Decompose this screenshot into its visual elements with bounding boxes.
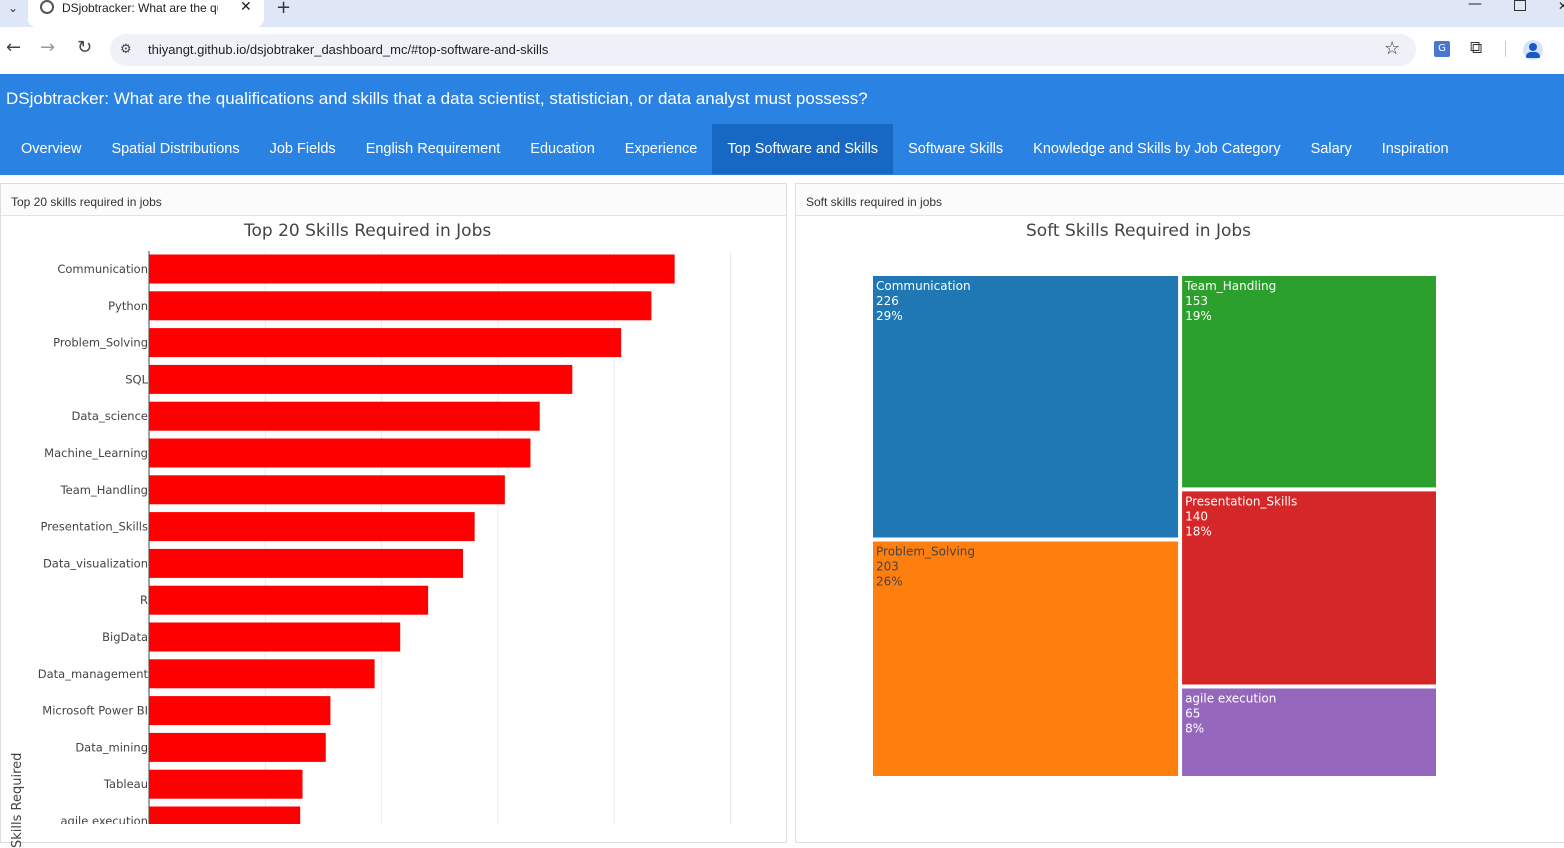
- nav-tab-spatial-distributions[interactable]: Spatial Distributions: [96, 124, 254, 174]
- treemap-tile-value: 153: [1185, 294, 1208, 308]
- nav-tab-top-software-and-skills[interactable]: Top Software and Skills: [712, 124, 894, 174]
- bar[interactable]: [149, 364, 573, 394]
- treemap-tile[interactable]: [873, 541, 1179, 776]
- bar[interactable]: [149, 622, 401, 652]
- treemap-tile[interactable]: [1182, 491, 1436, 685]
- bar[interactable]: [149, 328, 622, 358]
- bar[interactable]: [149, 548, 463, 578]
- profile-avatar-icon[interactable]: [1523, 40, 1543, 60]
- category-tick-label: Team_Handling: [60, 483, 148, 497]
- soft-skills-panel: Soft skills required in jobs Soft Skills…: [795, 183, 1564, 843]
- nav-tab-inspiration[interactable]: Inspiration: [1367, 124, 1464, 174]
- globe-icon: [40, 0, 54, 14]
- treemap-tile-percent: 29%: [876, 309, 903, 323]
- category-tick-label: Data_management: [38, 667, 149, 681]
- nav-tab-education[interactable]: Education: [515, 124, 610, 174]
- nav-tab-software-skills[interactable]: Software Skills: [893, 124, 1018, 174]
- tab-search-icon[interactable]: ⌄: [0, 0, 26, 16]
- treemap-tile-percent: 8%: [1185, 721, 1204, 735]
- treemap-tile-value: 203: [876, 560, 899, 574]
- treemap-tile[interactable]: [873, 276, 1179, 538]
- bar[interactable]: [149, 696, 331, 726]
- bar[interactable]: [149, 475, 505, 505]
- bar[interactable]: [149, 254, 675, 284]
- nav-tab-salary[interactable]: Salary: [1296, 124, 1367, 174]
- url-text[interactable]: thiyangt.github.io/dsjobtraker_dashboard…: [148, 42, 548, 57]
- bar[interactable]: [149, 585, 429, 615]
- bar[interactable]: [149, 732, 326, 762]
- forward-arrow-icon[interactable]: →: [40, 37, 55, 58]
- treemap-tile-value: 140: [1185, 509, 1208, 523]
- category-tick-label: Presentation_Skills: [40, 520, 148, 534]
- category-tick-label: SQL: [125, 372, 148, 386]
- skills-bar-chart: Communication Python Problem_Solving SQL Dat…: [38, 251, 731, 825]
- toolbar-divider: [1505, 41, 1506, 57]
- close-tab-icon[interactable]: ✕: [240, 0, 252, 15]
- extensions-puzzle-icon[interactable]: ⧉: [1470, 38, 1482, 58]
- skills-y-axis-label: Skills Required: [10, 752, 25, 848]
- treemap-tile-label: Problem_Solving: [876, 545, 975, 559]
- bar[interactable]: [149, 291, 652, 321]
- bar[interactable]: [149, 512, 475, 542]
- treemap-tile[interactable]: [1182, 276, 1436, 488]
- new-tab-icon[interactable]: +: [276, 0, 291, 18]
- site-info-icon[interactable]: ⚙: [120, 42, 132, 57]
- nav-tab-knowledge-and-skills-by-job-category[interactable]: Knowledge and Skills by Job Category: [1018, 124, 1295, 174]
- tab-title: DSjobtracker: What are the qu: [62, 1, 218, 15]
- nav-tab-experience[interactable]: Experience: [610, 124, 713, 174]
- category-tick-label: Machine_Learning: [44, 446, 148, 460]
- treemap-tile-value: 65: [1185, 706, 1200, 720]
- category-tick-label: Data_mining: [75, 740, 148, 754]
- category-tick-label: Python: [108, 299, 148, 313]
- treemap-tile-percent: 19%: [1185, 309, 1212, 323]
- reload-icon[interactable]: ↻: [77, 37, 92, 58]
- treemap-tile-label: Presentation_Skills: [1185, 494, 1297, 508]
- bar[interactable]: [149, 769, 303, 799]
- nav-tab-overview[interactable]: Overview: [6, 124, 96, 174]
- category-tick-label: BigData: [102, 630, 148, 644]
- treemap-tile-label: Communication: [876, 279, 971, 293]
- skills-panel: Top 20 skills required in jobs Top 20 Sk…: [0, 183, 787, 848]
- category-tick-label: Tableau: [103, 777, 148, 791]
- dashboard-nav: Overview Spatial Distributions Job Fields E…: [6, 124, 1464, 174]
- treemap-tile-label: Team_Handling: [1184, 279, 1276, 293]
- category-tick-label: Data_visualization: [43, 556, 148, 570]
- bar[interactable]: [149, 438, 531, 468]
- restore-icon[interactable]: [1514, 0, 1526, 11]
- category-tick-label: Problem_Solving: [53, 336, 148, 350]
- minimize-icon[interactable]: —: [1468, 0, 1482, 12]
- treemap-tile-percent: 26%: [876, 575, 903, 589]
- treemap-tile-label: agile execution: [1185, 691, 1276, 705]
- bookmark-star-icon[interactable]: ☆: [1384, 38, 1400, 59]
- category-tick-label: Communication: [57, 262, 148, 276]
- nav-tab-english-requirement[interactable]: English Requirement: [351, 124, 516, 174]
- treemap-tile-percent: 18%: [1185, 524, 1212, 538]
- bar[interactable]: [149, 806, 301, 825]
- treemap-tile-value: 226: [876, 294, 899, 308]
- category-tick-label: R: [140, 593, 148, 607]
- dashboard-title: DSjobtracker: What are the qualification…: [6, 89, 868, 108]
- translate-icon[interactable]: G: [1434, 41, 1450, 57]
- category-tick-label: Microsoft Power BI: [42, 704, 148, 718]
- category-tick-label: Data_science: [72, 409, 148, 423]
- back-arrow-icon[interactable]: ←: [6, 37, 21, 58]
- bar[interactable]: [149, 401, 540, 431]
- nav-tab-job-fields[interactable]: Job Fields: [255, 124, 351, 174]
- bar[interactable]: [149, 659, 375, 689]
- close-window-icon[interactable]: ✕: [1558, 0, 1564, 13]
- soft-skills-treemap: Communication22629% Problem_Solving20326%…: [873, 276, 1436, 776]
